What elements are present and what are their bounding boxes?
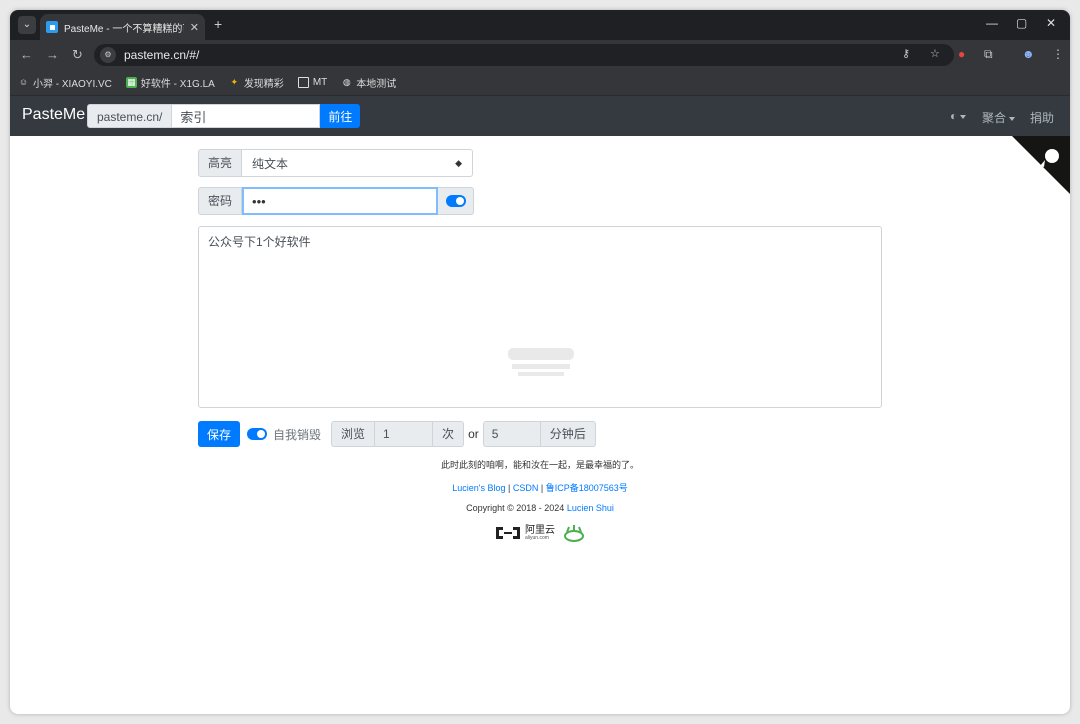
site-info-icon[interactable]: ⚙	[100, 47, 116, 63]
aliyun-wordmark: 阿里云 aliyun.com	[525, 524, 555, 541]
password-key-icon[interactable]: ⚷	[902, 47, 910, 60]
go-button[interactable]: 前往	[320, 104, 361, 128]
bookmark-item[interactable]: ✦ 发现精彩	[229, 75, 284, 90]
back-icon[interactable]: ←	[20, 47, 33, 62]
minutes-input[interactable]: 5	[482, 421, 541, 447]
donate-link[interactable]: 捐助	[1030, 109, 1054, 126]
reload-icon[interactable]: ↻	[72, 47, 83, 63]
password-label: 密码	[198, 187, 243, 215]
highlight-label: 高亮	[198, 149, 243, 177]
bookmark-app-icon: ▦	[125, 77, 137, 88]
views-group: 浏览 1 次	[331, 421, 465, 447]
new-tab-icon[interactable]: +	[214, 16, 222, 32]
bookmark-item[interactable]: ☺ 小羿 - XIAOYI.VC	[18, 75, 112, 90]
paste-key-input[interactable]	[172, 104, 321, 128]
save-button[interactable]: 保存	[198, 421, 241, 447]
highlight-select[interactable]: 纯文本 ◆	[242, 149, 474, 177]
aliyun-logo-icon[interactable]	[494, 525, 522, 541]
views-unit: 次	[433, 421, 465, 447]
blog-link[interactable]: Lucien's Blog	[452, 483, 505, 493]
bookmark-star-icon[interactable]: ☆	[930, 47, 940, 60]
author-link[interactable]: Lucien Shui	[567, 503, 614, 513]
brand-logo[interactable]: PasteMe	[22, 106, 85, 124]
bookmark-item[interactable]: ▦ 好软件 - X1G.LA	[125, 75, 215, 90]
extension-shield-icon[interactable]: ●	[958, 47, 965, 61]
bookmark-spark-icon: ✦	[230, 77, 239, 87]
tab-title: PasteMe - 一个不算糟糕的可靠	[64, 23, 184, 35]
aggregate-dropdown[interactable]: 聚合	[982, 109, 1016, 126]
watermark-logo	[508, 348, 574, 376]
toggle-switch-icon	[247, 428, 268, 440]
toggle-switch-icon	[445, 195, 466, 207]
browser-window: ⌄ PasteMe - 一个不算糟糕的可靠 ✕ + — ▢ ✕ ← → ↻ ⚙ …	[10, 10, 1070, 714]
browser-toolbar: ← → ↻ ⚙ pasteme.cn/#/ ⚷ ☆	[10, 40, 1070, 70]
select-arrows-icon: ◆	[455, 157, 463, 168]
minutes-group: 5 分钟后	[482, 421, 596, 447]
password-group: 密码	[198, 187, 475, 215]
browser-tab[interactable]: PasteMe - 一个不算糟糕的可靠 ✕	[40, 14, 205, 40]
paste-options-row: 保存 自我销毁 浏览 1 次 or 5 分钟后	[198, 421, 596, 447]
search-prefix: pasteme.cn/	[87, 104, 173, 128]
profile-avatar-icon[interactable]: ☻	[1022, 47, 1035, 61]
site-navbar: PasteMe pasteme.cn/ 前往 ◐ 聚合 捐助	[10, 96, 1070, 136]
globe-icon: ◍	[342, 77, 351, 87]
paste-content-textarea[interactable]: 公众号下1个好软件	[198, 226, 882, 408]
bookmark-folder[interactable]: MT	[297, 77, 327, 88]
self-destroy-toggle[interactable]: 自我销毁	[247, 426, 321, 443]
globe-icon: ◐	[950, 109, 958, 123]
folder-icon	[297, 77, 309, 88]
bookmark-item[interactable]: ◍ 本地测试	[341, 75, 396, 90]
views-label: 浏览	[331, 421, 376, 447]
footer-quote: 此时此刻的咱啊，能和汝在一起，是最幸福的了。	[440, 460, 639, 470]
language-dropdown[interactable]: ◐	[950, 109, 967, 123]
minimize-icon[interactable]: —	[986, 16, 998, 30]
close-window-icon[interactable]: ✕	[1046, 16, 1056, 30]
close-tab-icon[interactable]: ✕	[190, 21, 199, 34]
bookmark-avatar-icon: ☺	[18, 77, 29, 87]
tab-search-button[interactable]: ⌄	[18, 16, 36, 34]
favicon-icon	[46, 21, 58, 33]
paste-search-group: pasteme.cn/ 前往	[87, 104, 361, 128]
url-text[interactable]: pasteme.cn/#/	[124, 48, 199, 62]
footer-links: Lucien's Blog | CSDN | 鲁ICP备18007563号	[452, 483, 628, 493]
cloud-sponsor-logo-icon[interactable]	[563, 524, 585, 542]
sponsor-logos: 阿里云 aliyun.com	[494, 524, 585, 542]
password-input[interactable]	[242, 187, 439, 215]
tab-strip: ⌄ PasteMe - 一个不算糟糕的可靠 ✕ + — ▢ ✕	[10, 10, 1070, 40]
address-bar[interactable]: ⚙ pasteme.cn/#/ ⚷ ☆	[94, 44, 954, 66]
github-corner-icon[interactable]	[1012, 136, 1070, 194]
views-input[interactable]: 1	[375, 421, 434, 447]
footer-copyright: Copyright © 2018 - 2024 Lucien Shui	[466, 503, 614, 513]
extensions-puzzle-icon[interactable]: ⧉	[984, 47, 993, 62]
icp-link[interactable]: 鲁ICP备18007563号	[546, 483, 628, 493]
maximize-icon[interactable]: ▢	[1016, 16, 1027, 30]
or-text: or	[468, 427, 479, 441]
password-toggle[interactable]	[438, 187, 475, 215]
forward-icon[interactable]: →	[46, 47, 59, 62]
highlight-group: 高亮 纯文本 ◆	[198, 149, 474, 177]
csdn-link[interactable]: CSDN	[513, 483, 539, 493]
browser-menu-icon[interactable]: ⋮	[1052, 47, 1064, 61]
bookmarks-bar: ☺ 小羿 - XIAOYI.VC ▦ 好软件 - X1G.LA ✦ 发现精彩 MT ◍…	[10, 70, 1070, 96]
minutes-unit: 分钟后	[540, 421, 596, 447]
